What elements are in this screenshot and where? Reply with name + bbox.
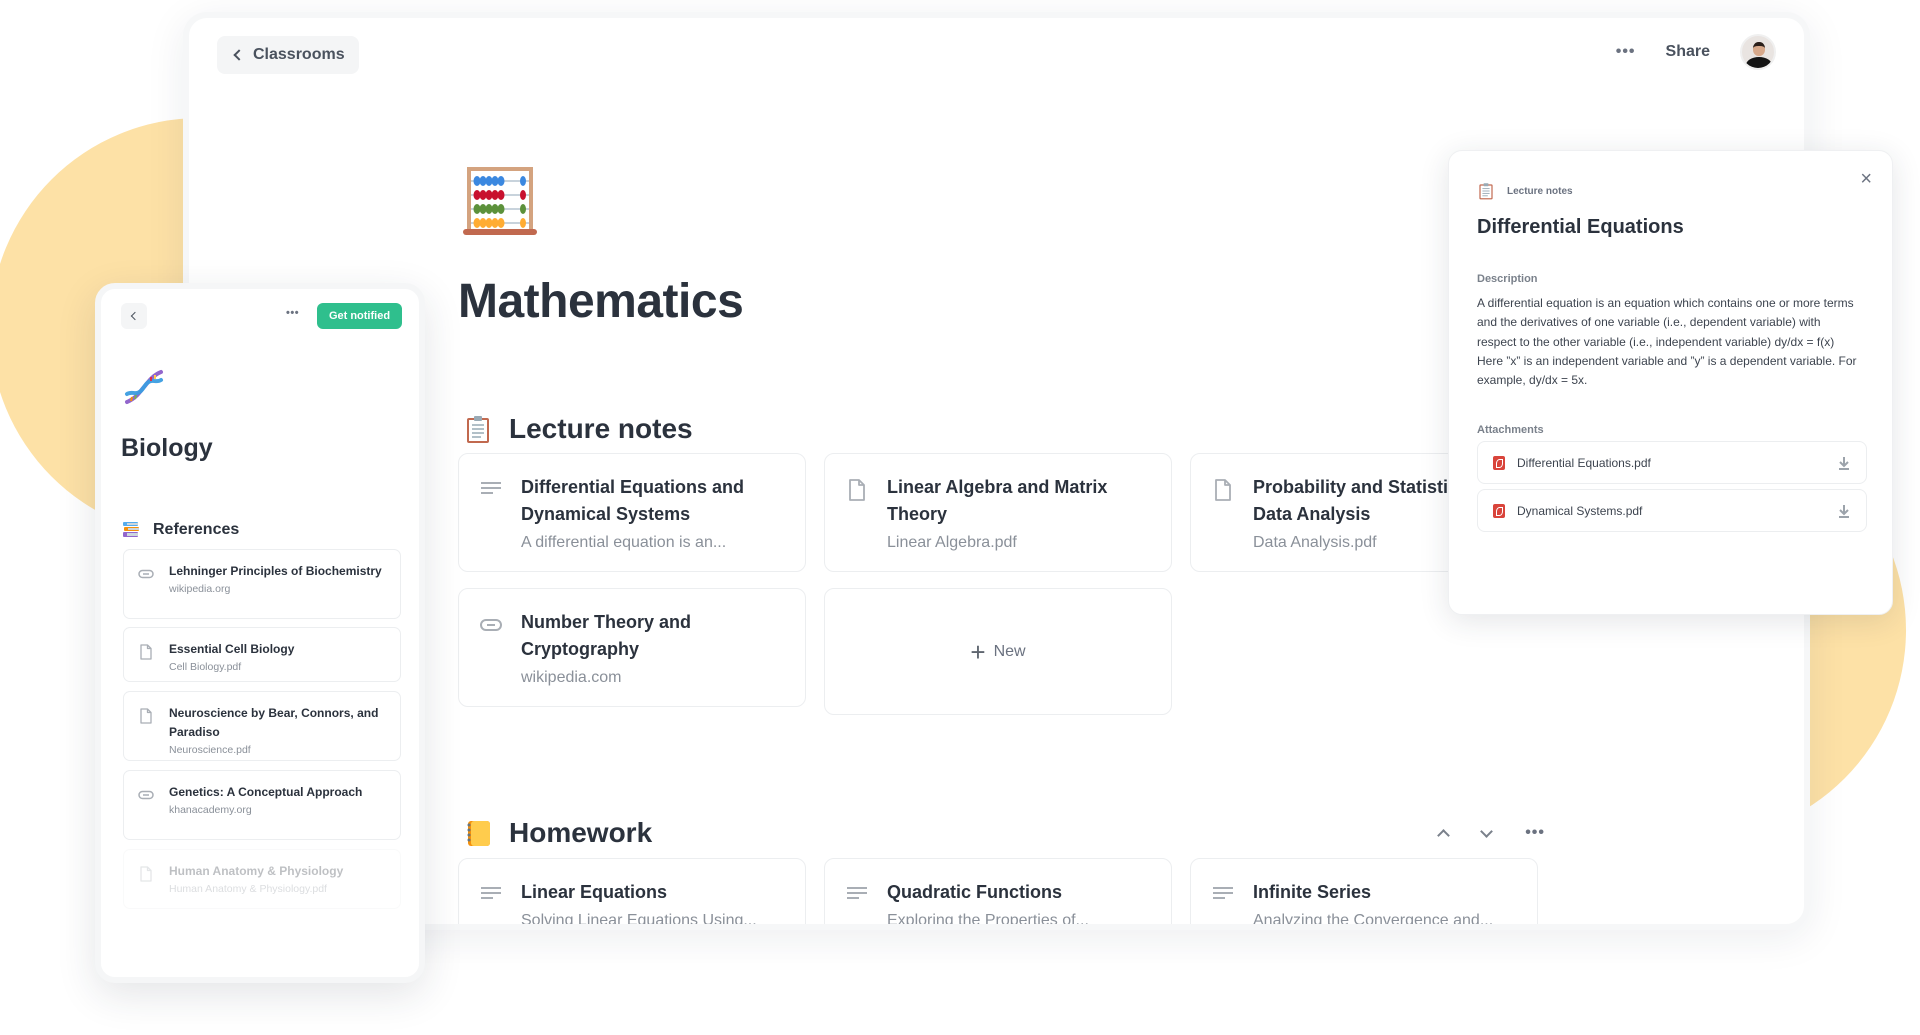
close-icon[interactable]: × — [1860, 169, 1872, 189]
link-icon — [480, 619, 502, 631]
text-lines-icon — [481, 887, 501, 899]
reference-subtitle: khanacademy.org — [169, 804, 252, 816]
plus-icon: + — [970, 636, 986, 667]
attachments-label: Attachments — [1477, 424, 1544, 436]
card-title: Infinite Series — [1253, 882, 1372, 902]
reference-subtitle: Neuroscience.pdf — [169, 744, 251, 756]
chevron-left-icon — [130, 311, 140, 321]
page-title: Mathematics — [458, 275, 744, 328]
notebook-icon — [467, 821, 490, 846]
card-title: Quadratic Functions — [887, 882, 1063, 902]
books-icon — [123, 522, 139, 537]
reference-subtitle: Cell Biology.pdf — [169, 661, 242, 673]
reference-subtitle: wikipedia.org — [169, 583, 231, 595]
file-icon — [140, 866, 152, 882]
back-button[interactable] — [121, 303, 147, 329]
user-avatar[interactable] — [1740, 34, 1776, 70]
abacus-icon — [463, 167, 537, 235]
description-label: Description — [1477, 273, 1538, 285]
card-title: Linear Algebra and Matrix Theory — [887, 477, 1108, 524]
dna-icon — [125, 370, 163, 404]
file-icon — [1215, 479, 1231, 501]
reference-item[interactable]: Neuroscience by Bear, Connors, and Parad… — [123, 691, 401, 761]
back-label: Classrooms — [253, 46, 345, 63]
reference-item[interactable]: Genetics: A Conceptual Approach khanacad… — [123, 770, 401, 840]
file-icon — [140, 708, 152, 724]
more-options-button[interactable]: ••• — [1616, 44, 1636, 60]
card-subtitle: Linear Algebra.pdf — [887, 534, 1017, 551]
move-section-down-button[interactable] — [1480, 824, 1494, 838]
card-title: Number Theory and Cryptography — [521, 612, 692, 659]
section-title: Lecture notes — [509, 413, 693, 444]
link-icon — [138, 569, 154, 579]
lecture-card[interactable]: Differential Equations and Dynamical Sys… — [458, 453, 806, 572]
card-title: Linear Equations — [521, 882, 668, 902]
get-notified-button[interactable]: Get notified — [317, 303, 402, 329]
top-actions: ••• Share — [1616, 34, 1776, 70]
detail-title: Differential Equations — [1477, 216, 1684, 238]
new-card-button[interactable]: + New — [824, 588, 1172, 715]
file-icon — [849, 479, 865, 501]
pdf-icon — [1493, 503, 1505, 518]
lecture-card[interactable]: Number Theory and Cryptography wikipedia… — [458, 588, 806, 707]
download-icon[interactable] — [1837, 455, 1851, 471]
clipboard-icon — [1479, 183, 1493, 200]
back-to-classrooms-button[interactable]: Classrooms — [217, 36, 359, 74]
text-lines-icon — [1213, 887, 1233, 899]
lecture-card[interactable]: Linear Algebra and Matrix Theory Linear … — [824, 453, 1172, 572]
reference-subtitle: Human Anatomy & Physiology.pdf — [169, 883, 327, 895]
download-icon[interactable] — [1837, 503, 1851, 519]
text-lines-icon — [847, 887, 867, 899]
reference-item[interactable]: Human Anatomy & Physiology Human Anatomy… — [123, 849, 401, 909]
section-header-homework: Homework ••• — [458, 813, 1545, 853]
share-button[interactable]: Share — [1666, 43, 1710, 61]
file-icon — [140, 644, 152, 660]
homework-card[interactable]: Linear Equations Solving Linear Equation… — [458, 858, 806, 929]
detail-breadcrumb: Lecture notes — [1477, 181, 1573, 201]
attachment-name: Differential Equations.pdf — [1517, 455, 1651, 470]
clipboard-icon — [467, 416, 489, 443]
description-text: A differential equation is an equation w… — [1477, 296, 1857, 388]
reference-title: Human Anatomy & Physiology — [169, 864, 344, 878]
attachment-item[interactable]: Differential Equations.pdf — [1477, 441, 1867, 484]
section-header-lecture-notes: Lecture notes — [458, 409, 1547, 449]
card-subtitle: A differential equation is an... — [521, 534, 727, 551]
biology-title: Biology — [121, 434, 213, 462]
breadcrumb-label[interactable]: Lecture notes — [1507, 186, 1573, 197]
card-subtitle: Exploring the Properties of... — [887, 912, 1089, 929]
homework-card[interactable]: Quadratic Functions Exploring the Proper… — [824, 858, 1172, 929]
reference-item[interactable]: Essential Cell Biology Cell Biology.pdf — [123, 627, 401, 682]
reference-item[interactable]: Lehninger Principles of Biochemistry wik… — [123, 549, 401, 619]
card-subtitle: Solving Linear Equations Using... — [521, 912, 757, 929]
text-lines-icon — [481, 482, 501, 494]
detail-panel: × Lecture notes Differential Equations D… — [1448, 150, 1893, 615]
pdf-icon — [1493, 455, 1505, 470]
section-title: References — [153, 521, 240, 538]
card-title: Differential Equations and Dynamical Sys… — [521, 477, 745, 524]
new-label: New — [993, 642, 1026, 660]
attachment-item[interactable]: Dynamical Systems.pdf — [1477, 489, 1867, 532]
card-subtitle: wikipedia.com — [521, 669, 622, 686]
section-more-button[interactable]: ••• — [1525, 825, 1545, 841]
move-section-up-button[interactable] — [1437, 829, 1451, 842]
more-options-button[interactable]: ••• — [286, 307, 299, 319]
reference-title: Genetics: A Conceptual Approach — [169, 785, 363, 799]
references-header: References — [121, 520, 239, 540]
card-subtitle: Analyzing the Convergence and... — [1253, 912, 1494, 929]
homework-card[interactable]: Infinite Series Analyzing the Convergenc… — [1190, 858, 1538, 929]
reference-title: Essential Cell Biology — [169, 642, 295, 656]
attachment-name: Dynamical Systems.pdf — [1517, 503, 1643, 518]
section-title: Homework — [509, 817, 653, 848]
reference-title: Neuroscience by Bear, Connors, and Parad… — [169, 706, 379, 739]
biology-panel: ••• Get notified Biology References Lehn… — [95, 283, 425, 983]
scroll-fade — [101, 907, 419, 977]
chevron-left-icon — [233, 49, 245, 61]
link-icon — [138, 790, 154, 800]
reference-title: Lehninger Principles of Biochemistry — [169, 564, 382, 578]
